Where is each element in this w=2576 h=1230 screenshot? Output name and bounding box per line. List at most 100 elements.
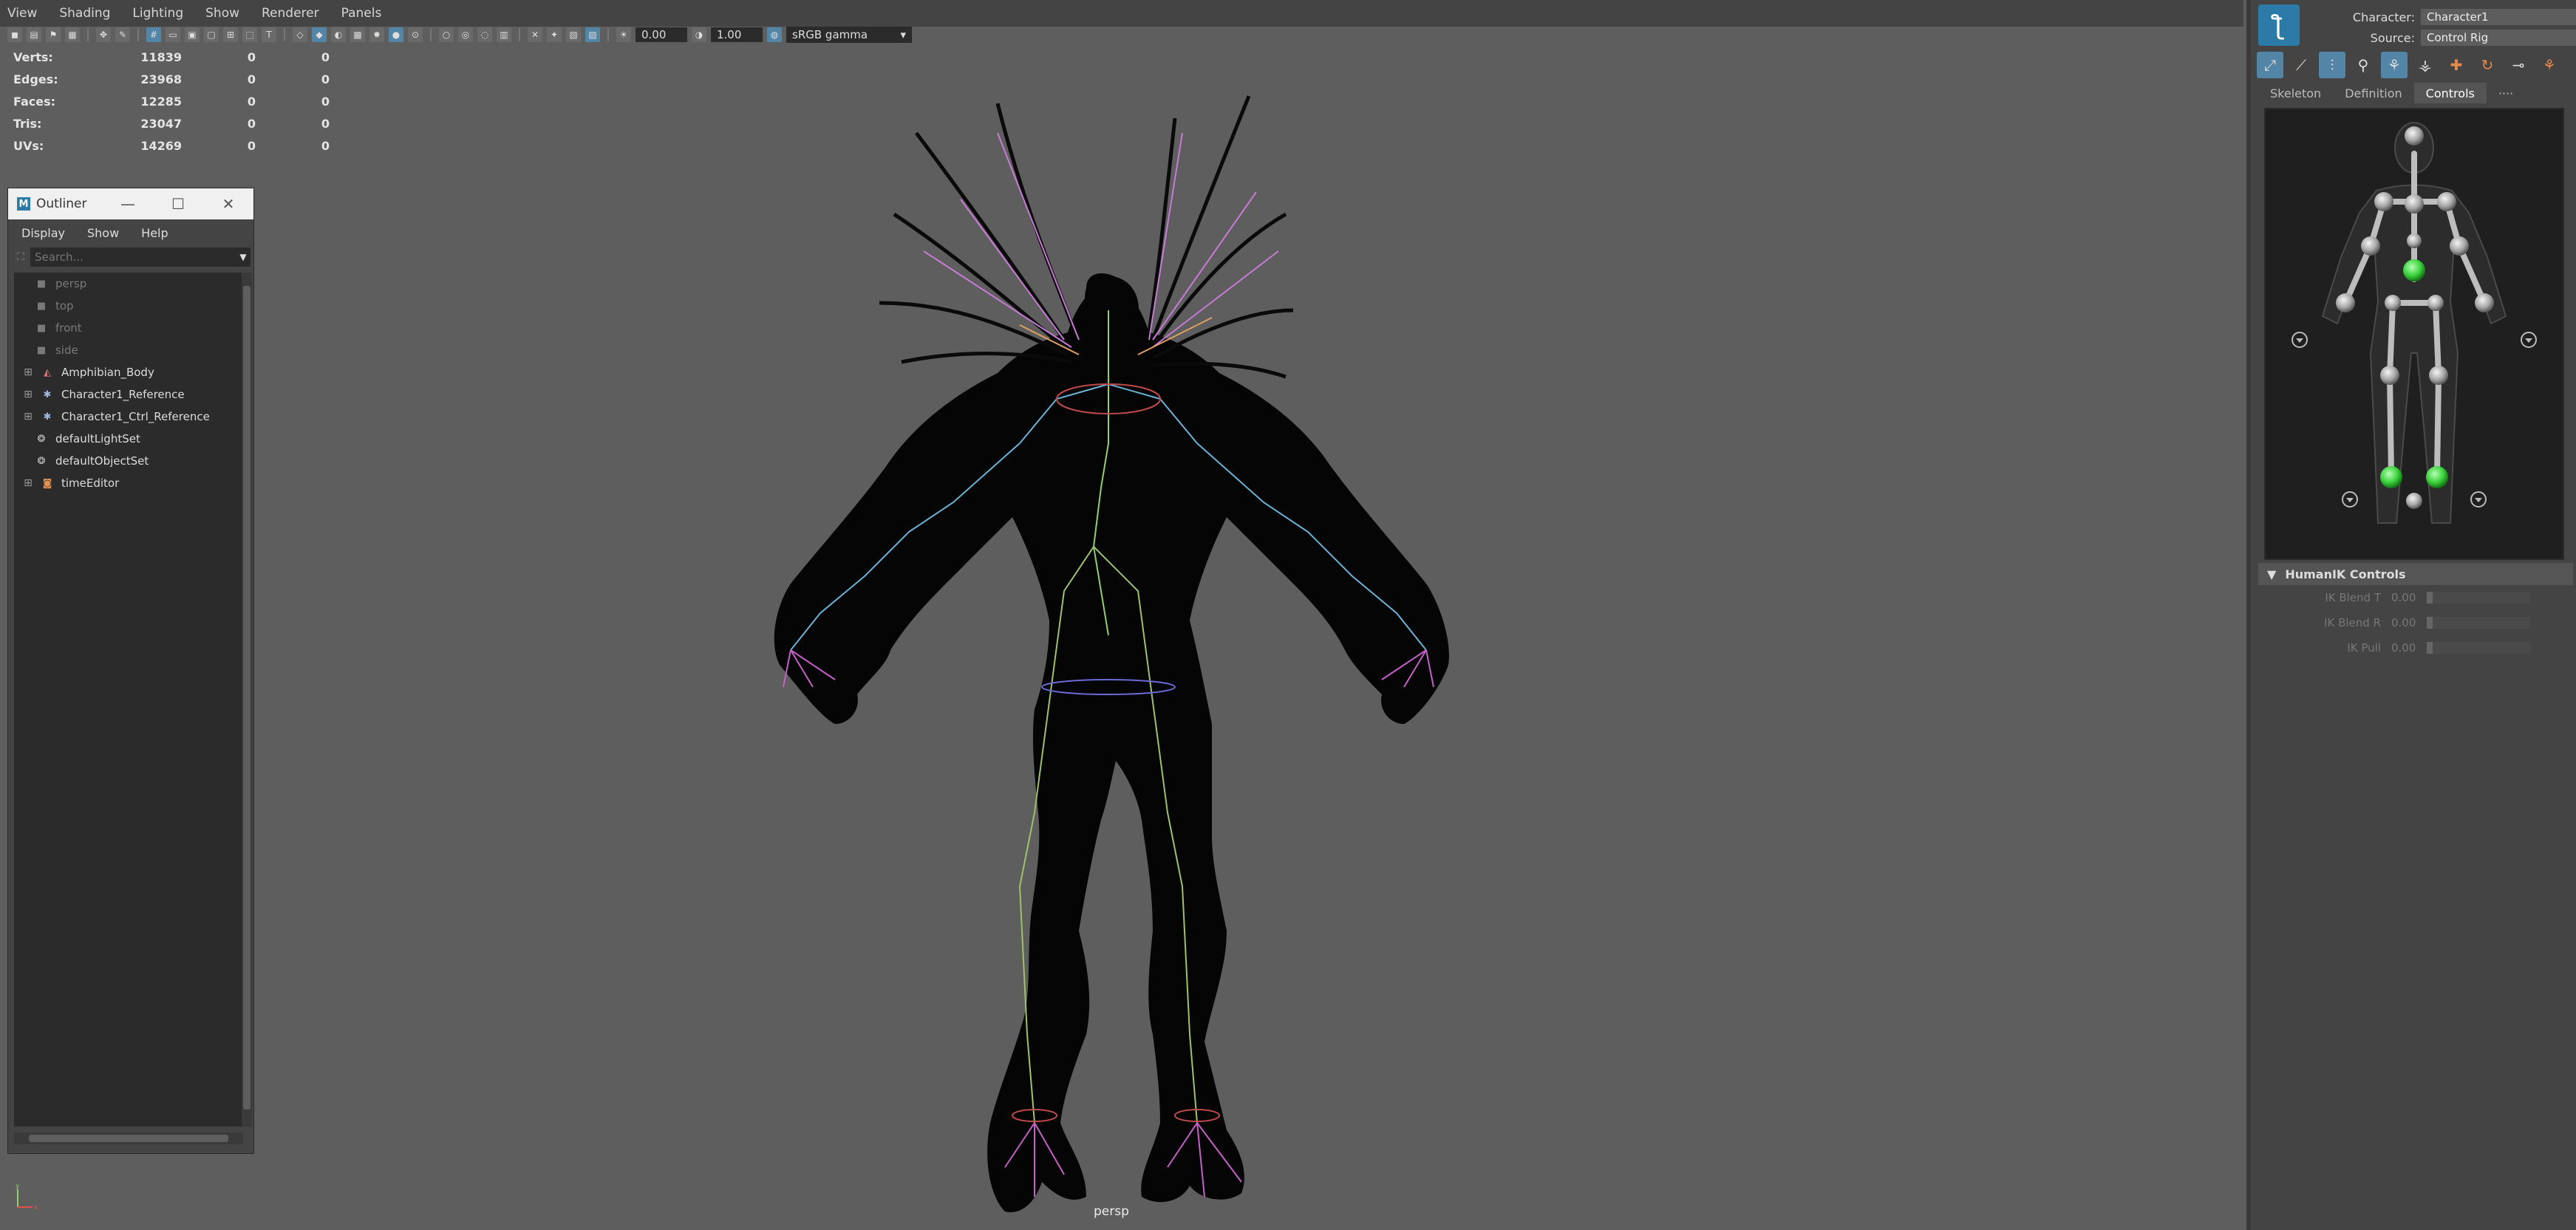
effector-left-knee[interactable] [2380, 366, 2399, 385]
tab-definition[interactable]: Definition [2333, 83, 2413, 103]
effector-right-wrist[interactable] [2475, 293, 2494, 312]
humanik-figure-view[interactable] [2264, 108, 2564, 560]
hud-icon[interactable]: ▨ [585, 27, 600, 42]
effector-left-wrist[interactable] [2336, 293, 2355, 312]
outliner-item-top[interactable]: ■ top [14, 295, 243, 317]
safe-title-icon[interactable]: T [262, 27, 276, 42]
outliner-item-default-light-set[interactable]: ❂ defaultLightSet [14, 428, 243, 450]
safe-action-icon[interactable]: ⬚ [242, 27, 257, 42]
xray-icon[interactable]: ✕ [528, 27, 542, 42]
scroll-thumb[interactable] [29, 1135, 228, 1142]
lights-icon[interactable]: ✹ [369, 27, 384, 42]
film-gate-icon[interactable]: ▭ [166, 27, 180, 42]
effector-right-hip[interactable] [2427, 295, 2444, 311]
select-effector-icon[interactable]: ⤢ [2257, 52, 2283, 78]
field-chart-icon[interactable]: ⊞ [223, 27, 238, 42]
body-part-icon[interactable]: ⚲ [2350, 52, 2376, 78]
grease-pencil-icon[interactable]: ✎ [115, 27, 130, 42]
param-value[interactable]: 0.00 [2391, 591, 2427, 604]
outliner-titlebar[interactable]: M Outliner — ☐ ✕ [8, 188, 253, 219]
expand-icon[interactable]: ⊞ [21, 476, 35, 490]
effector-left-ankle[interactable] [2380, 466, 2402, 488]
outliner-item-amphibian-body[interactable]: ⊞ ◭ Amphibian_Body [14, 361, 243, 383]
selection-mode-icon[interactable]: ⚘ [2381, 52, 2408, 78]
effector-chest[interactable] [2405, 194, 2424, 213]
hand-fingers-expand-icon[interactable] [2521, 332, 2537, 348]
effector-left-elbow[interactable] [2361, 236, 2380, 256]
character-pose-icon[interactable]: ⚘ [2536, 52, 2563, 78]
anti-alias-icon[interactable]: ◌ [477, 27, 492, 42]
motion-blur-icon[interactable]: ◎ [458, 27, 473, 42]
effector-right-elbow[interactable] [2450, 236, 2469, 256]
outliner-item-front[interactable]: ■ front [14, 317, 243, 339]
bookmark-icon[interactable]: ⚑ [46, 27, 61, 42]
menu-shading[interactable]: Shading [59, 6, 110, 21]
outliner-menu-show[interactable]: Show [87, 226, 119, 240]
param-slider[interactable] [2427, 617, 2530, 629]
filter-icon[interactable]: ⛶ [11, 251, 30, 263]
effector-hips[interactable] [2403, 259, 2425, 281]
expand-icon[interactable]: ⊞ [21, 366, 35, 379]
effector-reference[interactable] [2406, 493, 2422, 509]
image-plane-icon[interactable]: ▦ [65, 27, 80, 42]
outliner-menu-help[interactable]: Help [141, 226, 168, 240]
gamma-icon[interactable]: ◑ [692, 27, 706, 42]
grid-icon[interactable]: # [146, 27, 161, 42]
outliner-horizontal-scrollbar[interactable] [14, 1132, 243, 1144]
outliner-item-character1-ctrl-reference[interactable]: ⊞ ✱ Character1_Ctrl_Reference [14, 406, 243, 428]
tab-more[interactable]: ···· [2487, 83, 2525, 103]
outliner-item-persp[interactable]: ■ persp [14, 273, 243, 295]
menu-panels[interactable]: Panels [341, 6, 382, 21]
shadows-icon[interactable]: ● [389, 27, 403, 42]
source-select[interactable]: Control Rig ▾ [2421, 30, 2576, 46]
scroll-thumb[interactable] [243, 286, 251, 1110]
creature-model[interactable] [739, 74, 1478, 1230]
effector-right-knee[interactable] [2429, 366, 2448, 385]
camera-select-icon[interactable]: ◼ [7, 27, 22, 42]
resolution-gate-icon[interactable]: ▣ [185, 27, 200, 42]
outliner-menu-display[interactable]: Display [21, 226, 65, 240]
search-options-icon[interactable]: ▼ [236, 247, 251, 267]
outliner-item-time-editor[interactable]: ⊞ ◙ timeEditor [14, 472, 243, 494]
isolate-select-icon[interactable]: ⊙ [408, 27, 423, 42]
effector-right-shoulder[interactable] [2437, 192, 2456, 211]
camera-attributes-icon[interactable]: ▤ [27, 27, 41, 42]
close-icon[interactable]: ✕ [203, 195, 253, 213]
stance-pose-icon[interactable]: ✚ [2443, 52, 2470, 78]
smooth-shade-icon[interactable]: ◆ [312, 27, 327, 42]
expand-icon[interactable]: ⊞ [21, 388, 35, 401]
gamma-field[interactable]: 1.00 [711, 27, 763, 42]
menu-show[interactable]: Show [205, 6, 239, 21]
pin-icon[interactable]: ⚶ [2412, 52, 2439, 78]
tab-controls[interactable]: Controls [2413, 83, 2487, 103]
key-icon[interactable]: ⊸ [2505, 52, 2532, 78]
2d-pan-zoom-icon[interactable]: ✥ [96, 27, 111, 42]
effector-right-ankle[interactable] [2426, 466, 2448, 488]
param-slider[interactable] [2427, 592, 2530, 604]
depth-of-field-icon[interactable]: ▥ [497, 27, 511, 42]
effector-spine[interactable] [2407, 233, 2422, 248]
effector-head[interactable] [2405, 126, 2424, 146]
foot-toes-expand-icon[interactable] [2342, 491, 2358, 508]
wireframe-icon[interactable]: ◇ [293, 27, 307, 42]
default-material-icon[interactable]: ◐ [331, 27, 346, 42]
character-select[interactable]: Character1 ▾ [2421, 9, 2576, 25]
gate-mask-icon[interactable]: ▢ [204, 27, 219, 42]
maximize-icon[interactable]: ☐ [153, 195, 203, 213]
expand-icon[interactable]: ⊞ [21, 410, 35, 423]
full-body-icon[interactable]: ⫶ [2319, 52, 2345, 78]
effector-left-hip[interactable] [2385, 295, 2401, 311]
outliner-item-character1-reference[interactable]: ⊞ ✱ Character1_Reference [14, 383, 243, 406]
param-value[interactable]: 0.00 [2391, 616, 2427, 629]
outliner-vertical-scrollbar[interactable] [242, 273, 252, 1127]
outliner-item-default-object-set[interactable]: ❂ defaultObjectSet [14, 450, 243, 472]
xray-components-icon[interactable]: ▧ [566, 27, 581, 42]
viewport-panel[interactable]: View Shading Lighting Show Renderer Pane… [0, 0, 2243, 1230]
select-bone-icon[interactable]: ⟋ [2288, 52, 2314, 78]
tab-skeleton[interactable]: Skeleton [2258, 83, 2333, 103]
effector-left-shoulder[interactable] [2374, 192, 2393, 211]
exposure-icon[interactable]: ☀ [616, 27, 631, 42]
hand-fingers-expand-icon[interactable] [2292, 332, 2308, 348]
menu-lighting[interactable]: Lighting [132, 6, 183, 21]
color-management-icon[interactable]: ◍ [767, 27, 782, 42]
